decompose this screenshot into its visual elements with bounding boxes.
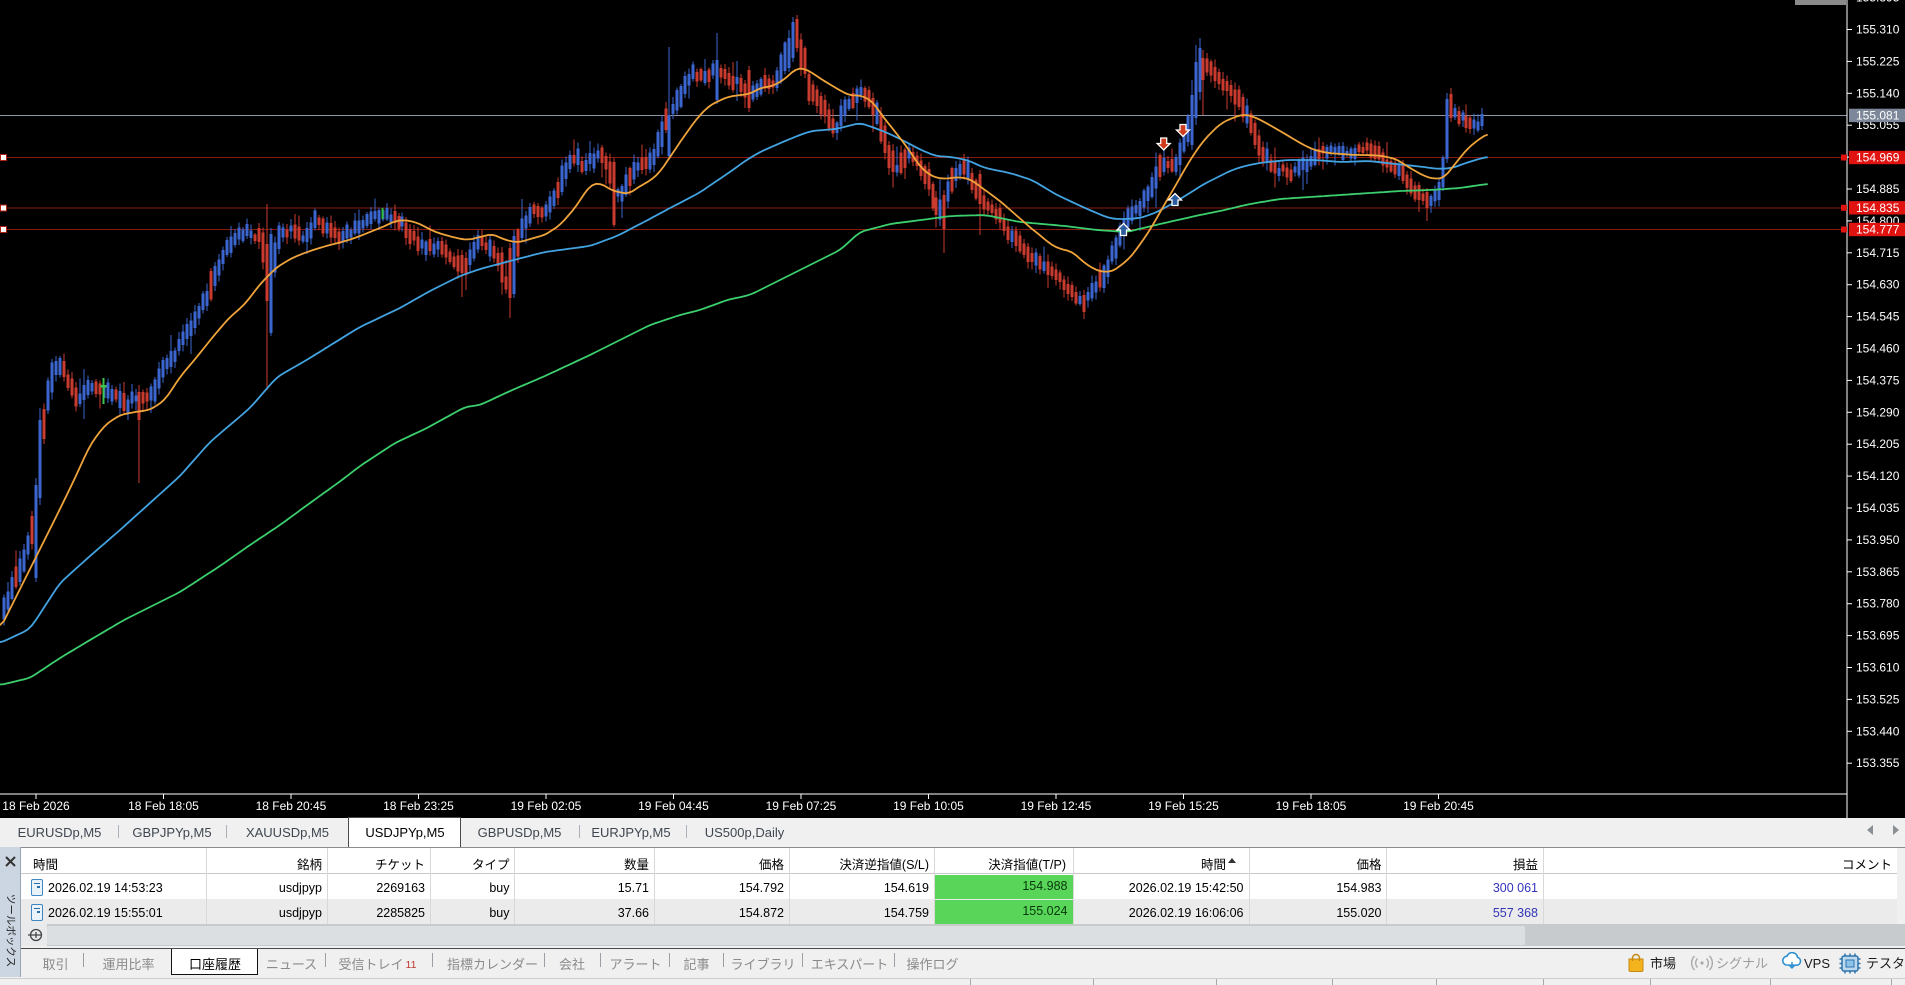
svg-text:153.355: 153.355 <box>1856 756 1900 770</box>
svg-text:154.545: 154.545 <box>1856 310 1900 324</box>
svg-text:154.290: 154.290 <box>1856 405 1900 419</box>
svg-text:155.310: 155.310 <box>1856 23 1900 37</box>
svg-text:154.835: 154.835 <box>1856 201 1900 215</box>
svg-text:テスター: テスター <box>1866 956 1905 971</box>
svg-text:19 Feb 10:05: 19 Feb 10:05 <box>893 799 964 813</box>
svg-text:19 Feb 07:25: 19 Feb 07:25 <box>766 799 837 813</box>
svg-text:153.950: 153.950 <box>1856 533 1900 547</box>
svg-text:153.610: 153.610 <box>1856 661 1900 675</box>
svg-text:19 Feb 20:45: 19 Feb 20:45 <box>1403 799 1474 813</box>
svg-text:19 Feb 15:25: 19 Feb 15:25 <box>1148 799 1219 813</box>
svg-text:19 Feb 18:05: 19 Feb 18:05 <box>1276 799 1347 813</box>
svg-text:155.140: 155.140 <box>1856 86 1900 100</box>
svg-text:154.630: 154.630 <box>1856 278 1900 292</box>
svg-text:153.525: 153.525 <box>1856 692 1900 706</box>
svg-text:155.225: 155.225 <box>1856 54 1900 68</box>
svg-text:19 Feb 02:05: 19 Feb 02:05 <box>511 799 582 813</box>
svg-text:154.205: 154.205 <box>1856 437 1900 451</box>
svg-text:155.395: 155.395 <box>1856 0 1900 5</box>
svg-text:153.440: 153.440 <box>1856 724 1900 738</box>
svg-text:153.695: 153.695 <box>1856 629 1900 643</box>
svg-text:19 Feb 12:45: 19 Feb 12:45 <box>1021 799 1092 813</box>
svg-text:154.460: 154.460 <box>1856 342 1900 356</box>
svg-text:18 Feb 2026: 18 Feb 2026 <box>2 799 70 813</box>
svg-text:シグナル: シグナル <box>1716 956 1768 971</box>
svg-text:18 Feb 18:05: 18 Feb 18:05 <box>128 799 199 813</box>
svg-text:19 Feb 04:45: 19 Feb 04:45 <box>638 799 709 813</box>
svg-text:18 Feb 20:45: 18 Feb 20:45 <box>256 799 327 813</box>
svg-text:154.777: 154.777 <box>1856 223 1900 237</box>
svg-text:154.035: 154.035 <box>1856 501 1900 515</box>
svg-text:155.081: 155.081 <box>1856 108 1900 122</box>
svg-text:153.865: 153.865 <box>1856 565 1900 579</box>
svg-text:154.715: 154.715 <box>1856 246 1900 260</box>
svg-text:18 Feb 23:25: 18 Feb 23:25 <box>383 799 454 813</box>
svg-text:154.969: 154.969 <box>1856 151 1900 165</box>
svg-text:154.885: 154.885 <box>1856 182 1900 196</box>
svg-text:市場: 市場 <box>1650 956 1676 971</box>
svg-text:153.780: 153.780 <box>1856 597 1900 611</box>
svg-text:VPS: VPS <box>1804 956 1830 971</box>
svg-text:154.120: 154.120 <box>1856 469 1900 483</box>
svg-text:154.375: 154.375 <box>1856 373 1900 387</box>
